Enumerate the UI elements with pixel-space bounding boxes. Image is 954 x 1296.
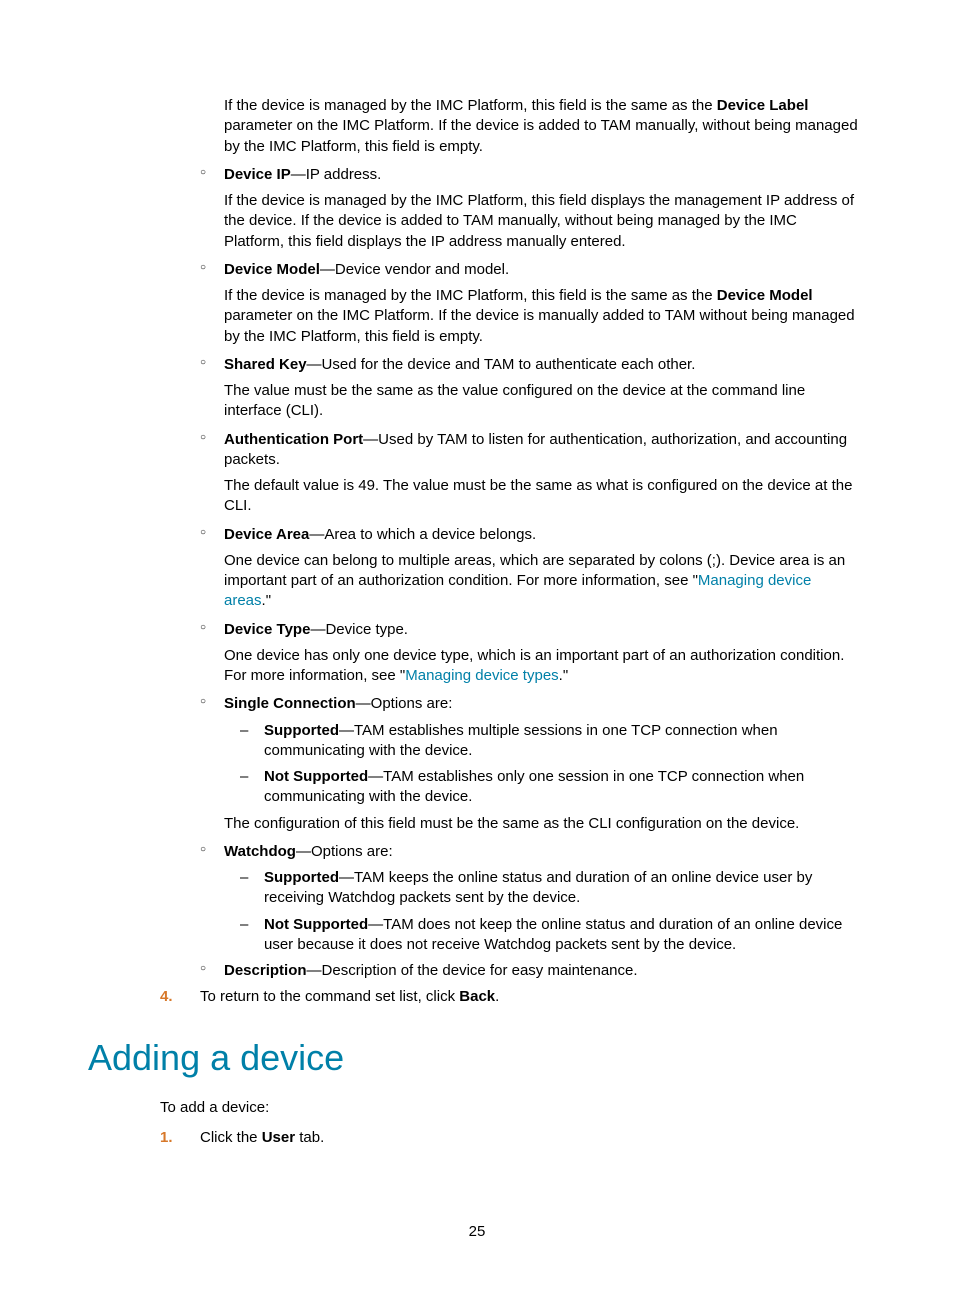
text: ." xyxy=(559,667,569,684)
text: parameter on the IMC Platform. If the de… xyxy=(224,117,858,154)
text: tab. xyxy=(295,1129,324,1146)
field-label: Authentication Port xyxy=(224,431,363,448)
field-label: Description xyxy=(224,962,307,979)
text: Click the xyxy=(200,1129,262,1146)
field-description: Description—Description of the device fo… xyxy=(200,961,858,981)
field-device-type: Device Type—Device type. xyxy=(200,620,858,640)
option-label: Not Supported xyxy=(264,768,368,785)
step-4: 4. To return to the command set list, cl… xyxy=(160,987,858,1007)
field-def: —Options are: xyxy=(296,843,393,860)
bold-text: Back xyxy=(459,988,495,1005)
field-single-connection: Single Connection—Options are: xyxy=(200,694,858,714)
option-not-supported: Not Supported—TAM establishes only one s… xyxy=(240,767,858,808)
field-note: The configuration of this field must be … xyxy=(224,814,858,834)
field-auth-port: Authentication Port—Used by TAM to liste… xyxy=(200,430,858,471)
text: parameter on the IMC Platform. If the de… xyxy=(224,307,855,344)
page-number: 25 xyxy=(0,1223,954,1240)
field-label: Shared Key xyxy=(224,356,307,373)
step-number: 1. xyxy=(160,1128,173,1148)
option-supported: Supported—TAM keeps the online status an… xyxy=(240,868,858,909)
option-label: Not Supported xyxy=(264,916,368,933)
field-desc: If the device is managed by the IMC Plat… xyxy=(224,286,858,347)
link-managing-device-types[interactable]: Managing device types xyxy=(405,667,558,684)
option-text: —TAM keeps the online status and duratio… xyxy=(264,869,812,906)
intro-text: To add a device: xyxy=(160,1098,858,1118)
text: ." xyxy=(262,592,272,609)
text: To return to the command set list, click xyxy=(200,988,459,1005)
field-def: —Used for the device and TAM to authenti… xyxy=(307,356,696,373)
field-device-ip: Device IP—IP address. xyxy=(200,165,858,185)
field-label: Watchdog xyxy=(224,843,296,860)
field-desc: One device can belong to multiple areas,… xyxy=(224,551,858,612)
field-device-area: Device Area—Area to which a device belon… xyxy=(200,525,858,545)
field-label: Device Area xyxy=(224,526,309,543)
heading-adding-a-device: Adding a device xyxy=(88,1034,858,1083)
text: . xyxy=(495,988,499,1005)
field-device-model: Device Model—Device vendor and model. xyxy=(200,260,858,280)
option-supported: Supported—TAM establishes multiple sessi… xyxy=(240,721,858,762)
field-label: Device Type xyxy=(224,621,310,638)
bold-text: Device Model xyxy=(717,287,813,304)
option-text: —TAM establishes multiple sessions in on… xyxy=(264,722,778,759)
option-label: Supported xyxy=(264,869,339,886)
step-number: 4. xyxy=(160,987,173,1007)
field-desc: The default value is 49. The value must … xyxy=(224,476,858,517)
field-def: —Device vendor and model. xyxy=(320,261,509,278)
field-label: Single Connection xyxy=(224,695,356,712)
field-label: Device IP xyxy=(224,166,291,183)
field-desc: The value must be the same as the value … xyxy=(224,381,858,422)
field-label: Device Model xyxy=(224,261,320,278)
bold-text: User xyxy=(262,1129,295,1146)
field-desc: One device has only one device type, whi… xyxy=(224,646,858,687)
option-label: Supported xyxy=(264,722,339,739)
field-watchdog: Watchdog—Options are: xyxy=(200,842,858,862)
option-not-supported: Not Supported—TAM does not keep the onli… xyxy=(240,915,858,956)
paragraph-device-label: If the device is managed by the IMC Plat… xyxy=(224,96,858,157)
field-shared-key: Shared Key—Used for the device and TAM t… xyxy=(200,355,858,375)
bold-text: Device Label xyxy=(717,97,809,114)
field-def: —IP address. xyxy=(291,166,382,183)
field-desc: If the device is managed by the IMC Plat… xyxy=(224,191,858,252)
field-def: —Device type. xyxy=(310,621,408,638)
field-def: —Options are: xyxy=(356,695,453,712)
field-def: —Area to which a device belongs. xyxy=(309,526,536,543)
document-body: If the device is managed by the IMC Plat… xyxy=(96,96,858,1149)
text: If the device is managed by the IMC Plat… xyxy=(224,97,717,114)
text: If the device is managed by the IMC Plat… xyxy=(224,287,717,304)
field-def: —Description of the device for easy main… xyxy=(307,962,638,979)
step-1: 1. Click the User tab. xyxy=(160,1128,858,1148)
